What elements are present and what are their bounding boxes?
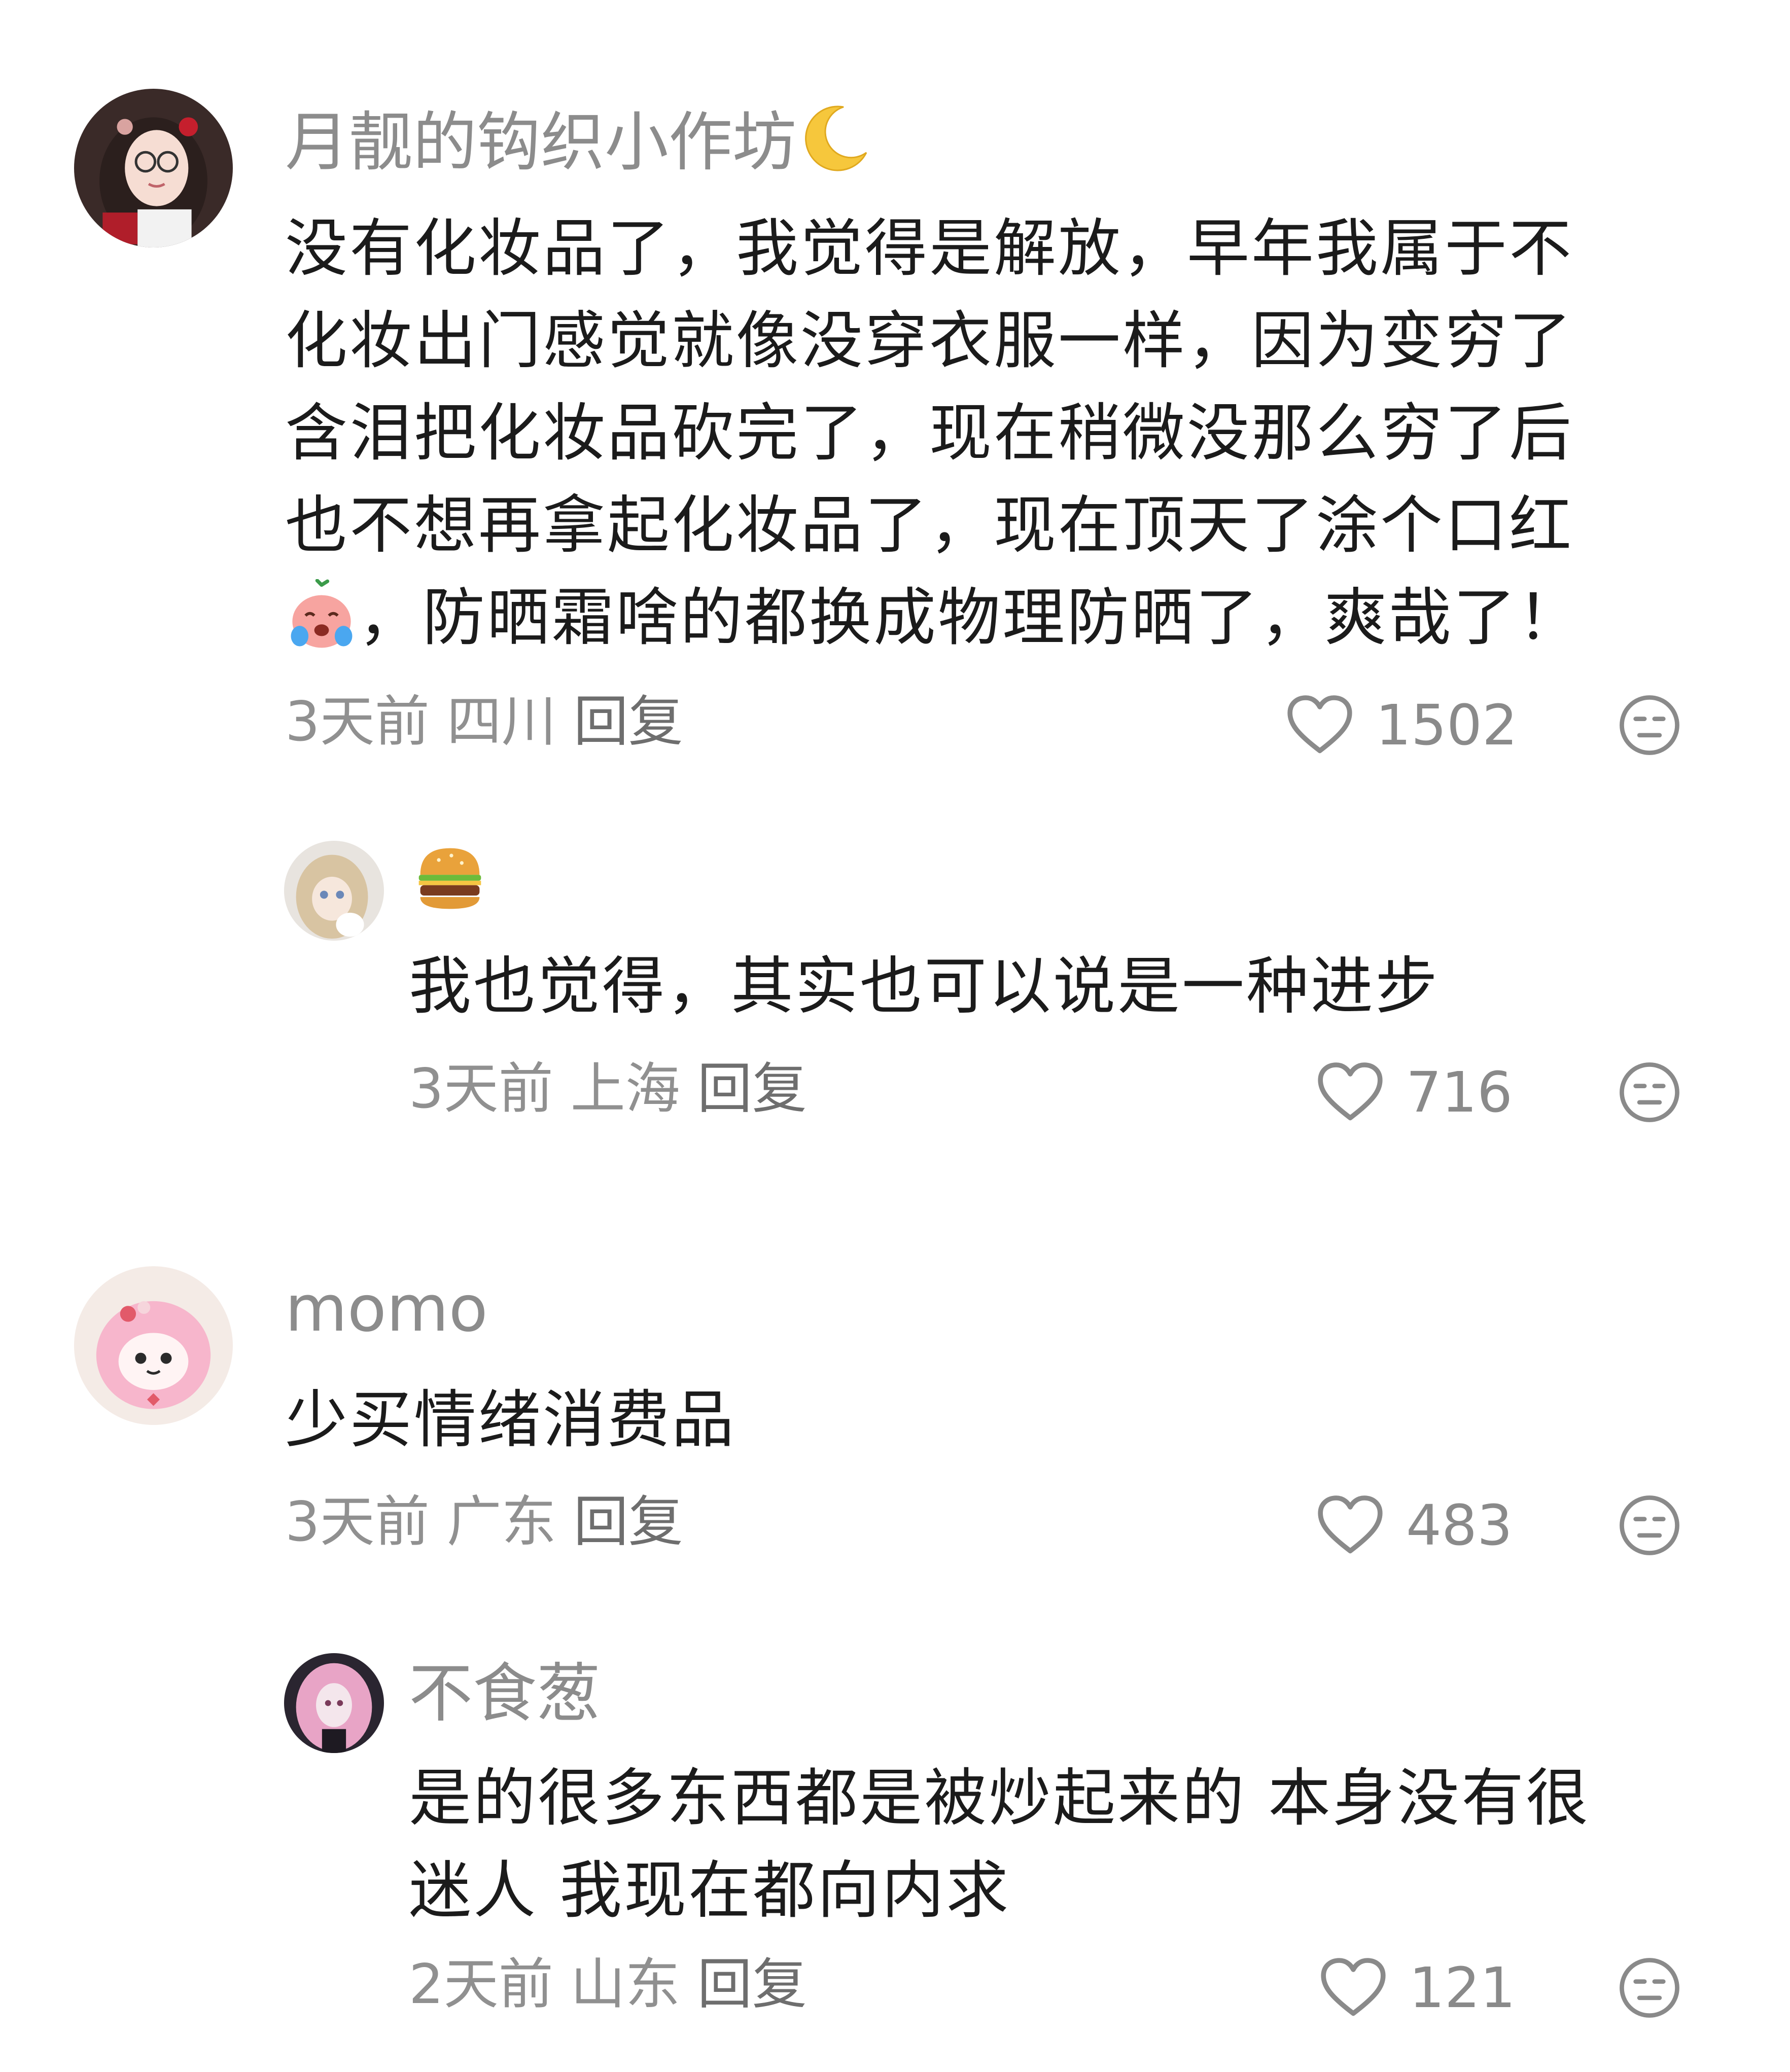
comment-meta: 2天前 山东 回复 bbox=[409, 1957, 824, 2012]
dislike-face-icon[interactable] bbox=[1618, 1061, 1681, 1124]
reply-1: 我也觉得，其实也可以说是一种进步 3天前 上海 回复 716 bbox=[0, 771, 1790, 1187]
dislike-face-icon[interactable] bbox=[1618, 694, 1681, 757]
hamburger-icon bbox=[418, 848, 481, 909]
like-count: 483 bbox=[1406, 1493, 1513, 1558]
reply-button[interactable]: 回复 bbox=[574, 690, 683, 754]
comment-text-tail: ，防晒霜啥的都换成物理防晒了，爽哉了！ bbox=[358, 582, 1582, 654]
timestamp: 3天前 bbox=[285, 1490, 430, 1554]
comment-text: 没有化妆品了，我觉得是解放，早年我属于不 化妆出门感觉就像没穿衣服一样，因为变穷… bbox=[285, 203, 1582, 664]
timestamp: 3天前 bbox=[285, 690, 430, 754]
heart-icon bbox=[1287, 695, 1352, 754]
like-count: 716 bbox=[1406, 1060, 1513, 1125]
comment-text-line: 我也觉得，其实也可以说是一种进步 bbox=[409, 950, 1440, 1023]
username[interactable]: 不食葱 bbox=[409, 1662, 601, 1726]
like-button[interactable]: 121 bbox=[1320, 1957, 1516, 2018]
comment-text: 是的很多东西都是被炒起来的 本身没有很 迷人 我现在都向内求 bbox=[409, 1753, 1590, 1937]
heart-icon bbox=[1318, 1495, 1383, 1554]
comment-text-line: 含泪把化妆品砍完了，现在稍微没那么穷了后 bbox=[285, 397, 1573, 470]
comment-text-line: 没有化妆品了，我觉得是解放，早年我属于不 bbox=[285, 212, 1573, 285]
comment-text: 我也觉得，其实也可以说是一种进步 bbox=[409, 941, 1440, 1033]
comment-text-line: 化妆出门感觉就像没穿衣服一样，因为变穷了 bbox=[285, 305, 1573, 377]
avatar[interactable] bbox=[284, 1653, 384, 1753]
location: 山东 bbox=[570, 1953, 680, 2016]
username-text: momo bbox=[285, 1271, 488, 1346]
moon-icon bbox=[805, 105, 867, 171]
reply-button[interactable]: 回复 bbox=[574, 1490, 683, 1554]
comment-meta: 3天前 四川 回复 bbox=[285, 695, 700, 749]
like-count: 1502 bbox=[1376, 693, 1518, 758]
comment-text-line: 少买情绪消费品 bbox=[285, 1384, 736, 1456]
comment-text-line: 是的很多东西都是被炒起来的 本身没有很 bbox=[409, 1762, 1591, 1835]
avatar[interactable] bbox=[74, 89, 233, 247]
username-text: 不食葱 bbox=[409, 1656, 601, 1731]
location: 广东 bbox=[446, 1490, 556, 1554]
like-button[interactable]: 716 bbox=[1317, 1062, 1513, 1123]
comment-text-line: 也不想再拿起化妆品了，现在顶天了涂个口红 bbox=[285, 489, 1573, 562]
like-button[interactable]: 483 bbox=[1317, 1495, 1513, 1556]
location: 四川 bbox=[446, 690, 556, 754]
like-count: 121 bbox=[1409, 1955, 1516, 2020]
timestamp: 3天前 bbox=[409, 1057, 553, 1121]
comment-meta: 3天前 广东 回复 bbox=[285, 1495, 700, 1550]
timestamp: 2天前 bbox=[409, 1953, 553, 2016]
comment-meta: 3天前 上海 回复 bbox=[409, 1062, 824, 1117]
crying-peach-emoji-icon bbox=[285, 579, 358, 652]
comment-1: 月靓的钩织小作坊 没有化妆品了，我觉得是解放，早年我属于不 化妆出门感觉就像没穿… bbox=[0, 0, 1790, 771]
comment-text-line: 迷人 我现在都向内求 bbox=[409, 1854, 1011, 1927]
heart-icon bbox=[1318, 1062, 1383, 1121]
reply-button[interactable]: 回复 bbox=[697, 1057, 807, 1121]
username-text: 月靓的钩织小作坊 bbox=[285, 105, 796, 180]
comment-text: 少买情绪消费品 bbox=[285, 1374, 736, 1467]
reply-2: 不食葱 是的很多东西都是被炒起来的 本身没有很 迷人 我现在都向内求 2天前 山东… bbox=[0, 1602, 1790, 2072]
like-button[interactable]: 1502 bbox=[1286, 695, 1518, 756]
heart-icon bbox=[1321, 1958, 1386, 2016]
username[interactable]: 月靓的钩织小作坊 bbox=[285, 99, 872, 175]
dislike-face-icon[interactable] bbox=[1618, 1956, 1681, 2019]
comment-2: momo 少买情绪消费品 3天前 广东 回复 483 bbox=[0, 1187, 1790, 1602]
avatar[interactable] bbox=[74, 1266, 233, 1425]
comment-text-line: ，防晒霜啥的都换成物理防晒了，爽哉了！ bbox=[285, 572, 1582, 664]
reply-button[interactable]: 回复 bbox=[697, 1953, 807, 2016]
username[interactable]: momo bbox=[285, 1277, 488, 1341]
avatar[interactable] bbox=[284, 841, 384, 941]
location: 上海 bbox=[570, 1057, 680, 1121]
dislike-face-icon[interactable] bbox=[1618, 1494, 1681, 1557]
